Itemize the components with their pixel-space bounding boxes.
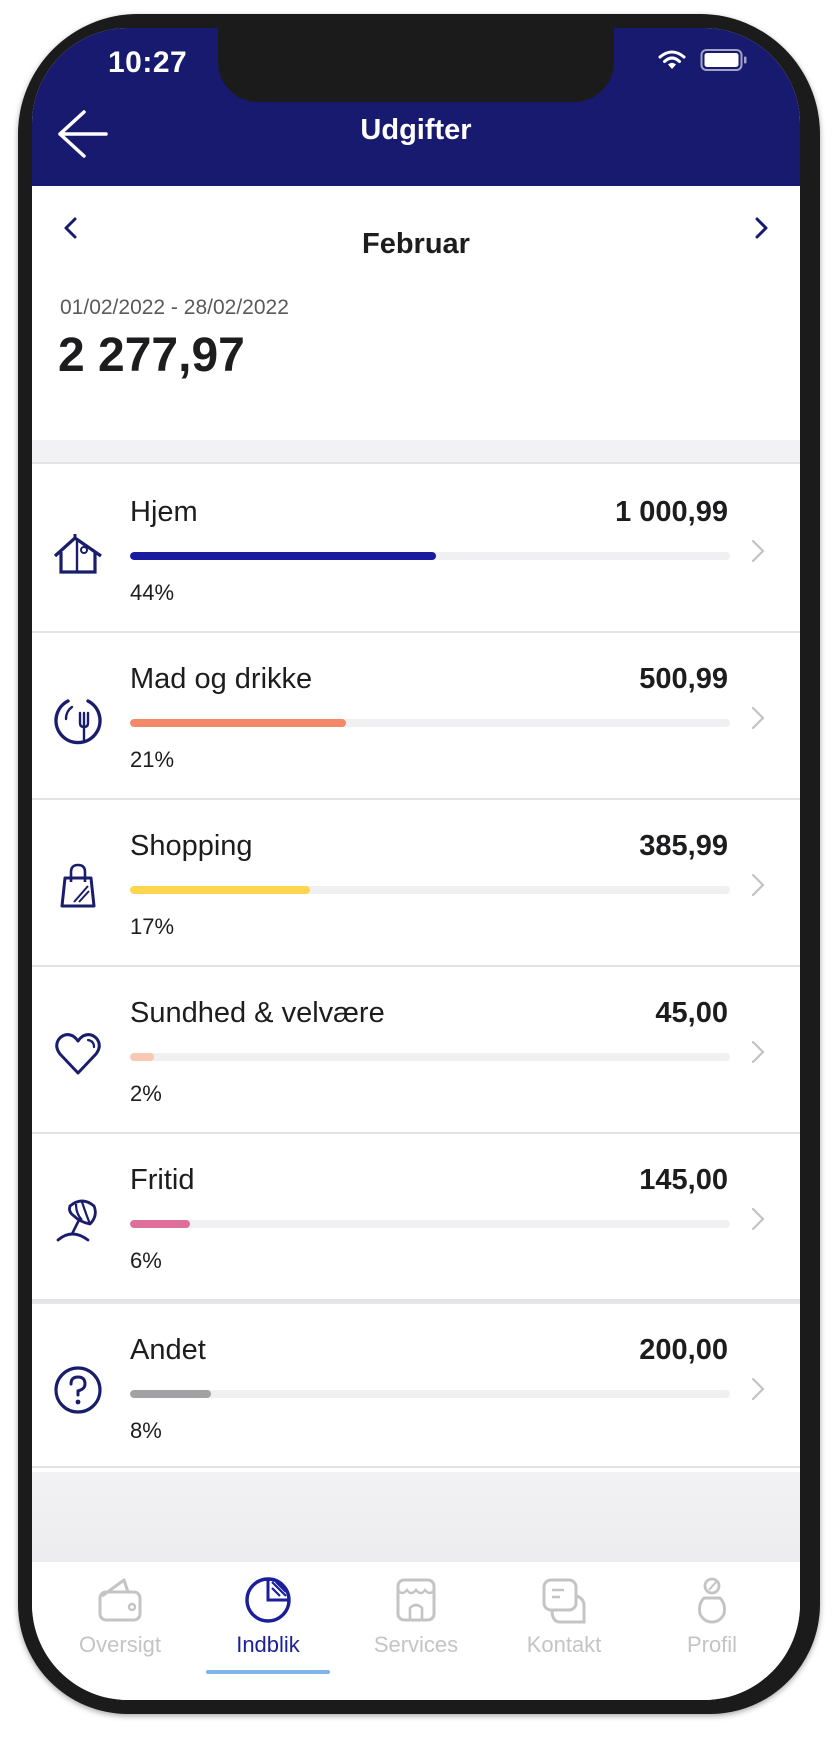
chevron-right-icon: [748, 1374, 768, 1404]
question-circle-icon: [52, 1364, 104, 1416]
plate-fork-icon: [52, 693, 104, 745]
wallet-icon: [98, 1578, 142, 1622]
next-month-button[interactable]: [742, 210, 778, 246]
category-progress-bar: [130, 552, 730, 560]
category-name: Hjem: [130, 496, 198, 528]
tab-kontakt[interactable]: Kontakt: [494, 1562, 634, 1700]
tab-label: Services: [373, 1632, 459, 1657]
category-row-shopping[interactable]: Shopping 385,99 17%: [32, 800, 800, 967]
category-name: Fritid: [130, 1164, 195, 1196]
category-percent: 6%: [130, 1248, 162, 1273]
category-row-mad-og-drikke[interactable]: Mad og drikke 500,99 21%: [32, 633, 800, 800]
phone-notch: [218, 28, 614, 102]
category-name: Shopping: [130, 830, 253, 862]
tab-label: Kontakt: [526, 1632, 602, 1657]
heart-icon: [52, 1027, 104, 1079]
pie-chart-icon: [245, 1577, 291, 1623]
category-amount: 385,99: [639, 830, 728, 862]
chevron-right-icon: [755, 217, 768, 239]
chevron-right-icon: [748, 1037, 768, 1067]
category-list: Hjem 1 000,99 44% Mad og drikke 500,99 2…: [32, 466, 800, 1468]
category-progress-fill: [130, 719, 346, 727]
shopping-bag-icon: [52, 860, 104, 912]
month-label: Februar: [362, 228, 470, 260]
tab-profil[interactable]: Profil: [642, 1562, 782, 1700]
category-progress-fill: [130, 552, 436, 560]
house-icon: [52, 526, 104, 578]
category-name: Mad og drikke: [130, 663, 313, 695]
total-amount: 2 277,97: [58, 329, 245, 382]
page-title: Udgifter: [360, 114, 472, 146]
category-row-andet[interactable]: Andet 200,00 8%: [32, 1301, 800, 1468]
chat-icon: [542, 1578, 586, 1624]
category-progress-bar: [130, 1220, 730, 1228]
status-time: 10:27: [108, 46, 188, 79]
bottom-tab-bar: Oversigt Indblik Services Kontakt Profil: [32, 1562, 800, 1700]
chevron-right-icon: [748, 703, 768, 733]
tab-label: Indblik: [236, 1632, 300, 1657]
category-amount: 200,00: [639, 1334, 728, 1366]
category-row-hjem[interactable]: Hjem 1 000,99 44%: [32, 466, 800, 633]
category-amount: 45,00: [655, 997, 728, 1029]
category-progress-bar: [130, 719, 730, 727]
category-progress-fill: [130, 1053, 154, 1061]
app-screen: 10:27 Udgifter Februar 01/02/2022 - 28/0…: [32, 28, 800, 1700]
category-progress-fill: [130, 886, 310, 894]
category-percent: 21%: [130, 747, 175, 772]
category-progress-fill: [130, 1390, 211, 1398]
category-amount: 1 000,99: [615, 496, 728, 528]
beach-umbrella-icon: [52, 1194, 104, 1246]
category-progress-bar: [130, 1053, 730, 1061]
category-percent: 17%: [130, 914, 175, 939]
category-progress-bar: [130, 886, 730, 894]
tab-services[interactable]: Services: [346, 1562, 486, 1700]
wifi-icon: [658, 49, 686, 71]
tab-label: Oversigt: [79, 1632, 161, 1657]
category-percent: 2%: [130, 1081, 162, 1106]
category-name: Andet: [130, 1334, 206, 1366]
chevron-right-icon: [748, 870, 768, 900]
person-icon: [698, 1577, 726, 1624]
category-amount: 145,00: [639, 1164, 728, 1196]
category-progress-fill: [130, 1220, 190, 1228]
store-icon: [396, 1578, 436, 1622]
category-amount: 500,99: [639, 663, 728, 695]
month-selector: Februar: [32, 186, 800, 266]
date-range: 01/02/2022 - 28/02/2022: [60, 296, 289, 319]
chevron-right-icon: [748, 1204, 768, 1234]
active-tab-indicator: [206, 1670, 330, 1674]
category-name: Sundhed & velvære: [130, 997, 385, 1029]
category-row-fritid[interactable]: Fritid 145,00 6%: [32, 1134, 800, 1301]
status-icons: [658, 48, 748, 72]
category-percent: 8%: [130, 1418, 162, 1443]
category-row-sundhed-velvaere[interactable]: Sundhed & velvære 45,00 2%: [32, 967, 800, 1134]
battery-icon: [700, 48, 748, 72]
tab-indblik[interactable]: Indblik: [198, 1562, 338, 1700]
category-percent: 44%: [130, 580, 175, 605]
tab-oversigt[interactable]: Oversigt: [50, 1562, 190, 1700]
chevron-right-icon: [748, 536, 768, 566]
category-progress-bar: [130, 1390, 730, 1398]
section-divider: [32, 440, 800, 464]
tab-label: Profil: [686, 1632, 738, 1657]
